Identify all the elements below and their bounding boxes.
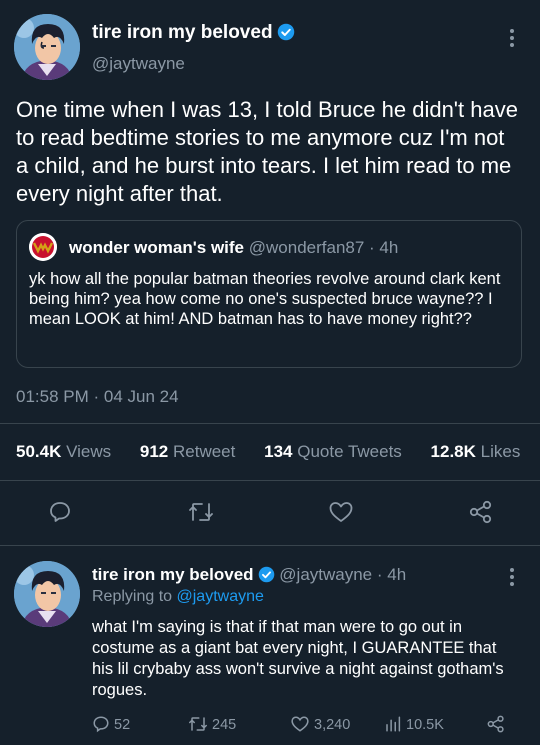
verified-badge-icon bbox=[258, 566, 274, 583]
divider bbox=[0, 545, 540, 546]
retweets-label: Retweet bbox=[173, 442, 236, 461]
share-icon bbox=[487, 715, 504, 733]
quoted-tweet-text: yk how all the popular batman theories r… bbox=[29, 270, 501, 328]
heart-icon bbox=[291, 716, 309, 732]
like-action[interactable]: 3,240 bbox=[290, 715, 350, 733]
author-name-text: tire iron my beloved bbox=[92, 22, 273, 43]
tweet-text: One time when I was 13, I told Bruce he … bbox=[16, 97, 518, 206]
views-count: 10.5K bbox=[406, 717, 444, 733]
quotes-count: 134 bbox=[264, 442, 293, 461]
wonder-woman-logo-icon bbox=[29, 233, 57, 261]
avatar-image bbox=[14, 561, 80, 627]
verified-badge-icon bbox=[277, 23, 294, 41]
quoted-avatar bbox=[29, 233, 57, 261]
views-action[interactable]: 10.5K bbox=[384, 715, 444, 733]
replying-prefix: Replying to bbox=[92, 588, 173, 605]
retweet-icon[interactable] bbox=[188, 500, 214, 529]
views-label: Views bbox=[66, 442, 112, 461]
retweets-count: 912 bbox=[139, 442, 169, 461]
replying-handle-link[interactable]: @jaytwayne bbox=[177, 588, 264, 605]
reply-avatar[interactable] bbox=[14, 561, 80, 627]
reply-text: what I'm saying is that if that man were… bbox=[92, 618, 504, 699]
quoted-header: wonder woman's wife @wonderfan87 · 4h bbox=[69, 238, 398, 258]
quoted-time: · 4h bbox=[369, 238, 399, 257]
reply-action[interactable]: 52 bbox=[92, 715, 130, 733]
more-vertical-icon[interactable] bbox=[506, 26, 518, 55]
views-count: 50.4K bbox=[16, 442, 62, 461]
author-display-name[interactable]: tire iron my beloved bbox=[92, 22, 295, 44]
quoted-handle[interactable]: @wonderfan87 bbox=[249, 238, 365, 257]
avatar[interactable] bbox=[14, 14, 80, 80]
retweet-action[interactable]: 245 bbox=[188, 715, 236, 733]
likes-stat[interactable]: 12.8K Likes bbox=[431, 442, 525, 461]
reply-author-name: tire iron my beloved bbox=[92, 565, 254, 584]
reply-handle-time: @jaytwayne · 4h bbox=[279, 565, 407, 584]
views-bar-chart-icon bbox=[386, 716, 401, 732]
replying-to: Replying to @jaytwayne bbox=[92, 588, 264, 606]
retweet-count: 245 bbox=[212, 717, 237, 733]
likes-label: Likes bbox=[480, 442, 521, 461]
tweet-timestamp[interactable]: 01:58 PM · 04 Jun 24 bbox=[16, 387, 179, 407]
divider bbox=[0, 423, 540, 424]
quoted-display-name[interactable]: wonder woman's wife bbox=[69, 238, 244, 257]
likes-count: 12.8K bbox=[430, 442, 476, 461]
quotes-stat[interactable]: 134 Quote Tweets bbox=[264, 442, 406, 461]
quotes-label: Quote Tweets bbox=[297, 442, 402, 461]
retweet-icon bbox=[189, 717, 207, 731]
author-handle[interactable]: @jaytwayne bbox=[92, 54, 185, 74]
more-vertical-icon[interactable] bbox=[506, 566, 518, 593]
views-stat[interactable]: 50.4K Views bbox=[16, 442, 115, 461]
avatar-image bbox=[14, 14, 80, 80]
divider bbox=[0, 480, 540, 481]
reply-count: 52 bbox=[114, 717, 131, 733]
reply-icon bbox=[93, 716, 109, 733]
reply-author[interactable]: tire iron my beloved @jaytwayne · 4h bbox=[92, 565, 406, 585]
like-count: 3,240 bbox=[314, 717, 351, 733]
retweets-stat[interactable]: 912 Retweet bbox=[140, 442, 239, 461]
heart-icon[interactable] bbox=[328, 500, 354, 529]
share-icon[interactable] bbox=[468, 500, 494, 529]
quoted-tweet-card[interactable]: wonder woman's wife @wonderfan87 · 4h yk… bbox=[16, 220, 522, 368]
tweet-stats: 50.4K Views 912 Retweet 134 Quote Tweets… bbox=[16, 442, 528, 462]
reply-icon[interactable] bbox=[48, 500, 72, 529]
share-action[interactable] bbox=[486, 715, 510, 733]
